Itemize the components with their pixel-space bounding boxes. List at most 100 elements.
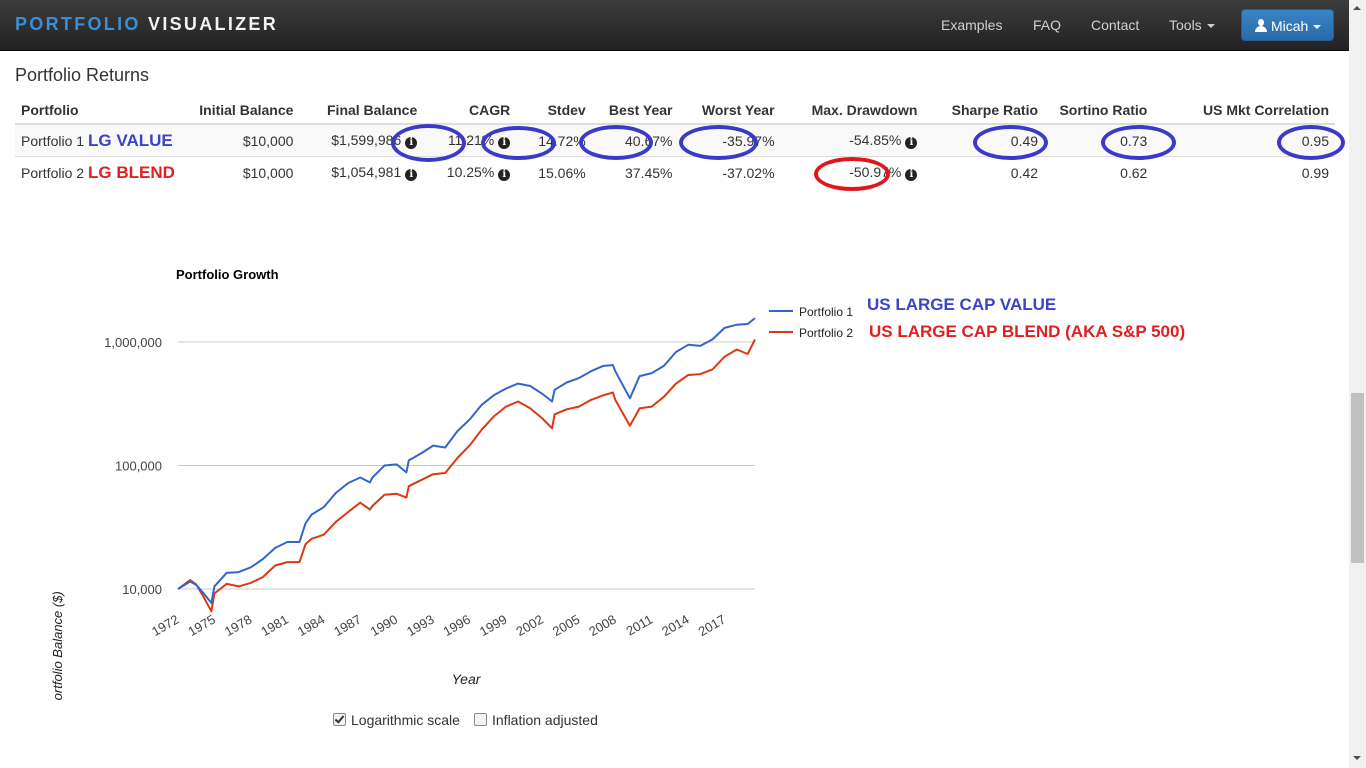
x-tick-label: 1996	[440, 612, 473, 639]
x-axis-label: Year	[452, 671, 482, 687]
cell-worst-year: -37.02%	[678, 156, 781, 188]
cell-sortino: 0.62	[1044, 156, 1154, 188]
legend-annotation-blend: US LARGE CAP BLEND (AKA S&P 500)	[869, 322, 1186, 341]
user-menu-button[interactable]: Micah	[1241, 9, 1334, 41]
log-scale-toggle[interactable]: Logarithmic scale	[333, 712, 460, 728]
cell-initial-balance: $10,000	[180, 123, 300, 157]
x-tick-label: 1990	[368, 612, 401, 639]
final-balance-value: $1,599,986	[331, 132, 402, 148]
x-tick-label: 2002	[513, 612, 546, 639]
cell-sortino: 0.73	[1044, 123, 1154, 157]
cell-max-drawdown: -54.85% i	[780, 123, 924, 157]
portfolio-growth-chart: Portfolio Growth 10,000100,0001,000,000 …	[50, 267, 853, 700]
col-header-final-balance: Final Balance	[299, 97, 424, 125]
x-tick-label: 2011	[624, 612, 656, 639]
x-tick-label: 1978	[222, 612, 255, 639]
info-icon[interactable]: i	[905, 137, 918, 149]
cell-stdev: 14.72%	[516, 123, 592, 157]
legend-annotation-value: US LARGE CAP VALUE	[867, 295, 1057, 314]
user-name: Micah	[1271, 18, 1309, 34]
brand-part2: VISUALIZER	[148, 14, 279, 34]
portfolio-name: Portfolio 1	[21, 132, 85, 149]
col-header-initial-balance: Initial Balance	[180, 97, 300, 125]
legend-label-portfolio-2[interactable]: Portfolio 2	[799, 326, 853, 340]
log-scale-label: Logarithmic scale	[351, 712, 460, 728]
table-header-row: Portfolio Initial Balance Final Balance …	[15, 97, 1335, 125]
info-icon[interactable]: i	[498, 137, 511, 149]
x-tick-label: 1984	[295, 612, 328, 639]
portfolio-annotation: LG BLEND	[88, 162, 175, 182]
col-header-worst-year: Worst Year	[678, 97, 781, 125]
nav-contact[interactable]: Contact	[1091, 0, 1139, 50]
scroll-up-arrow-icon[interactable]	[1353, 6, 1361, 10]
scroll-down-arrow-icon[interactable]	[1353, 756, 1361, 760]
x-tick-label: 1975	[185, 612, 218, 639]
cell-stdev: 15.06%	[516, 156, 592, 188]
series-lines	[177, 317, 756, 613]
table-row: Portfolio 1 LG VALUE $10,000 $1,599,986 i …	[15, 123, 1335, 157]
col-header-max-drawdown: Max. Drawdown	[780, 97, 924, 125]
y-tick-label: 10,000	[122, 582, 162, 597]
col-header-best-year: Best Year	[591, 97, 679, 125]
cell-portfolio: Portfolio 2 LG BLEND	[15, 156, 181, 188]
portfolio-returns-table: Portfolio Initial Balance Final Balance …	[15, 97, 1335, 188]
chevron-down-icon	[1206, 24, 1215, 29]
inflation-checkbox[interactable]	[474, 713, 487, 726]
log-scale-checkbox[interactable]	[333, 713, 346, 726]
legend-label-portfolio-1[interactable]: Portfolio 1	[799, 305, 853, 319]
cell-worst-year: -35.97%	[678, 123, 781, 157]
y-axis-tick-labels: 10,000 100,000 1,000,000	[104, 335, 162, 597]
drawdown-value: -50.97%	[849, 164, 902, 180]
brand-logo[interactable]: PORTFOLIO VISUALIZER	[15, 14, 278, 35]
series-line-portfolio-1	[177, 317, 756, 604]
cell-best-year: 37.45%	[591, 156, 679, 188]
chart-title: Portfolio Growth	[176, 267, 279, 282]
cell-best-year: 40.67%	[591, 123, 679, 157]
col-header-sortino: Sortino Ratio	[1044, 97, 1154, 125]
info-icon[interactable]: i	[905, 169, 918, 181]
col-header-portfolio: Portfolio	[15, 97, 181, 125]
cell-cagr: 11.21% i	[423, 123, 517, 157]
x-tick-label: 2014	[659, 612, 692, 639]
final-balance-value: $1,054,981	[331, 164, 402, 180]
col-header-stdev: Stdev	[516, 97, 592, 125]
cell-correlation: 0.95	[1153, 123, 1335, 157]
info-icon[interactable]: i	[405, 169, 418, 181]
cell-initial-balance: $10,000	[180, 156, 300, 188]
x-tick-label: 1987	[331, 612, 364, 639]
nav-tools-label: Tools	[1169, 17, 1202, 33]
col-header-sharpe: Sharpe Ratio	[923, 97, 1045, 125]
user-icon	[1255, 19, 1267, 32]
table-row: Portfolio 2 LG BLEND $10,000 $1,054,981 i …	[15, 156, 1335, 188]
col-header-cagr: CAGR	[423, 97, 517, 125]
cell-portfolio: Portfolio 1 LG VALUE	[15, 123, 181, 157]
cell-final-balance: $1,599,986 i	[299, 123, 424, 157]
cell-sharpe: 0.42	[923, 156, 1045, 188]
x-tick-label: 2005	[550, 612, 583, 639]
y-axis-label: Portfolio Balance ($)	[50, 591, 65, 700]
col-header-correlation: US Mkt Correlation	[1153, 97, 1335, 125]
cagr-value: 10.25%	[446, 164, 495, 180]
cell-sharpe: 0.49	[923, 123, 1045, 157]
inflation-label: Inflation adjusted	[492, 712, 598, 728]
info-icon[interactable]: i	[498, 169, 511, 181]
cell-cagr: 10.25% i	[423, 156, 517, 188]
x-tick-label: 1972	[149, 612, 182, 639]
portfolio-annotation: LG VALUE	[88, 130, 173, 150]
drawdown-value: -54.85%	[849, 132, 902, 148]
section-title: Portfolio Returns	[15, 65, 150, 85]
chevron-down-icon	[1313, 25, 1322, 30]
cell-max-drawdown: -50.97% i	[780, 156, 924, 188]
inflation-toggle[interactable]: Inflation adjusted	[474, 712, 598, 728]
x-axis-tick-labels: 1972 1975 1978 1981 1984 1987 1990 1993 1996 1999…	[149, 612, 728, 639]
info-icon[interactable]: i	[405, 137, 418, 149]
scrollbar-thumb[interactable]	[1351, 393, 1364, 563]
x-tick-label: 2017	[696, 612, 729, 639]
x-tick-label: 1981	[258, 612, 291, 639]
cagr-value: 11.21%	[447, 132, 495, 148]
nav-faq[interactable]: FAQ	[1033, 0, 1061, 50]
nav-examples[interactable]: Examples	[941, 0, 1002, 50]
cell-correlation: 0.99	[1153, 156, 1335, 188]
nav-tools-dropdown[interactable]: Tools	[1169, 0, 1215, 50]
page-scrollbar[interactable]	[1349, 0, 1366, 768]
